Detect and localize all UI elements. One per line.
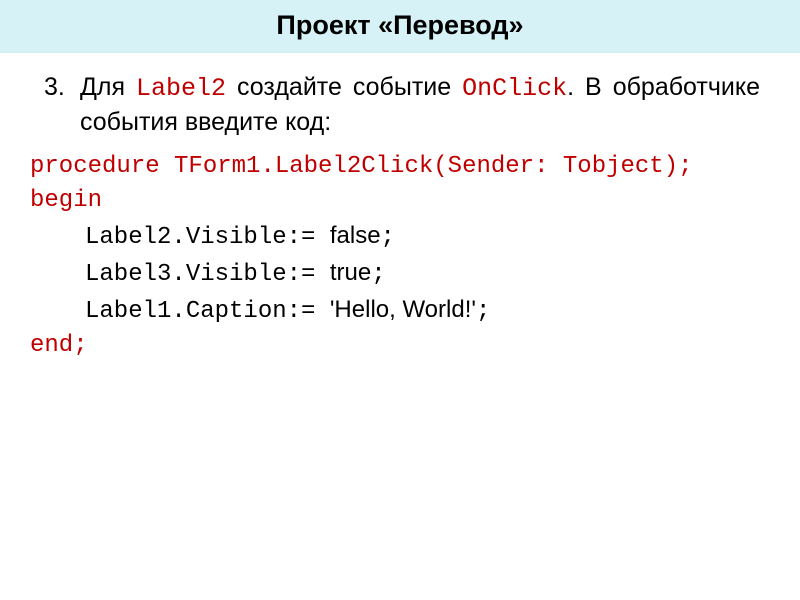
title-bar: Проект «Перевод» [0,0,800,53]
code-l2a: Label3.Visible:= [85,261,330,288]
slide: Проект «Перевод» 3. Для Label2 создайте … [0,0,800,600]
code-line-1: Label2.Visible:= false; [30,219,770,256]
instruction-text-1: Для [80,73,136,101]
code-l1a: Label2.Visible:= [85,224,330,251]
code-line-3: Label1.Caption:= 'Hello, World!'; [30,293,770,330]
code-block: procedure TForm1.Label2Click(Sender: Tob… [0,150,800,365]
code-begin: begin [30,184,770,219]
code-l1b: false [330,222,381,249]
code-end: end; [30,329,770,364]
slide-title: Проект «Перевод» [0,10,800,41]
code-procedure: procedure TForm1.Label2Click(Sender: Tob… [30,150,770,185]
code-l3c: ; [476,298,490,325]
instruction-text-2: создайте событие [226,73,462,101]
list-number: 3. [44,71,65,105]
code-line-2: Label3.Visible:= true; [30,256,770,293]
code-l3b: 'Hello, World!' [330,296,476,323]
code-l2b: true [330,259,371,286]
code-l3a: Label1.Caption:= [85,298,330,325]
code-ref-onclick: OnClick [462,74,567,103]
instruction-block: 3. Для Label2 создайте событие OnClick. … [0,53,800,150]
code-ref-label2: Label2 [136,74,226,103]
code-l1c: ; [381,224,395,251]
code-l2c: ; [371,261,385,288]
